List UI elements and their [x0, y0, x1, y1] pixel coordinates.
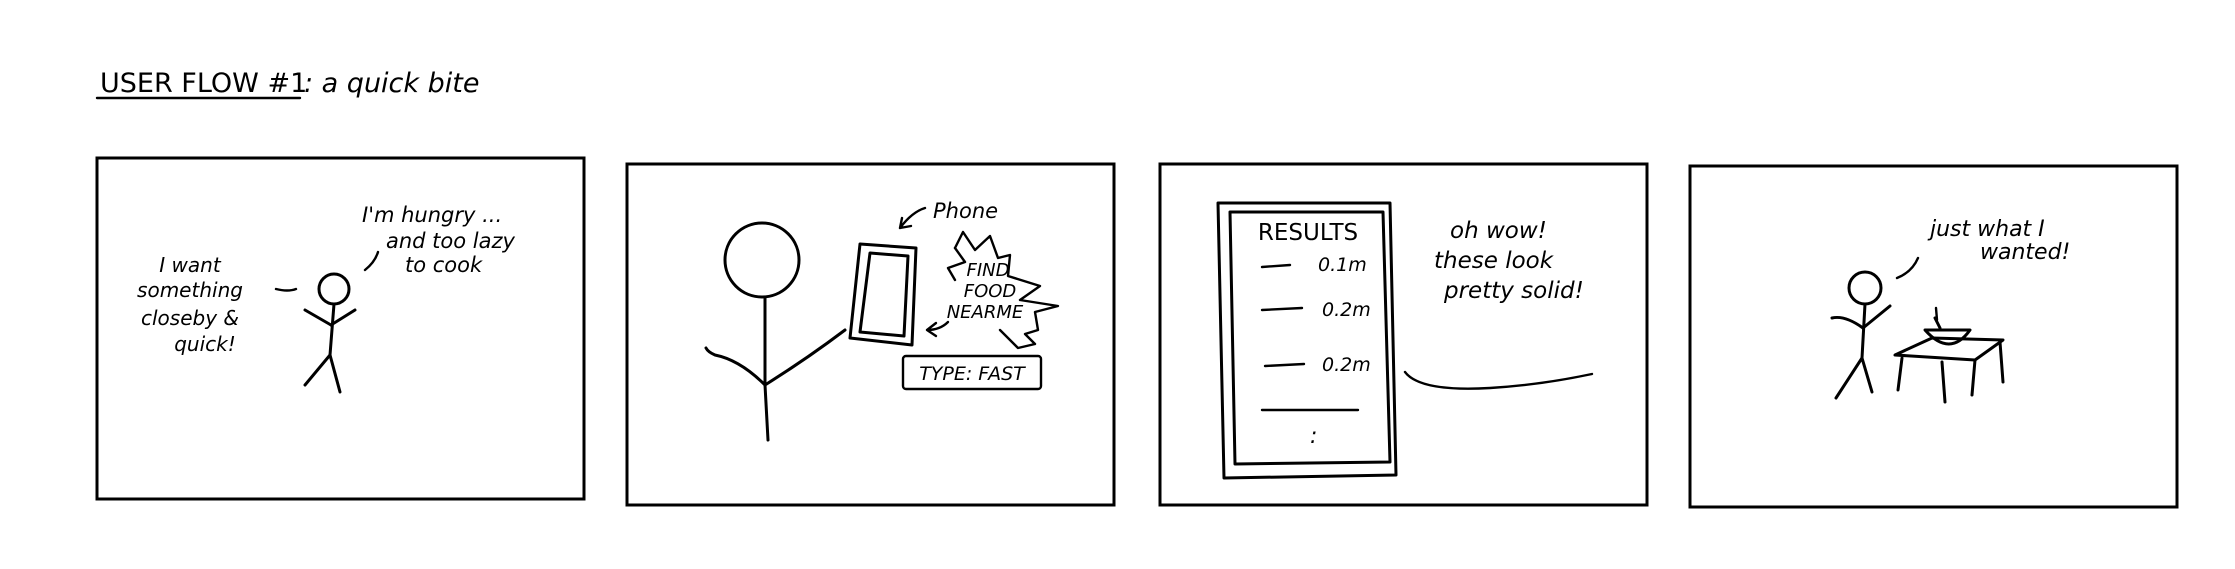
svg-text:FIND: FIND: [967, 260, 1010, 281]
panel-2-frame: [625, 162, 1116, 507]
svg-text:closeby &: closeby &: [141, 306, 239, 330]
panel-2: Phone FIND FOOD NEARME TYPE: FAST: [625, 162, 1116, 507]
type-tag-label: TYPE: FAST: [919, 363, 1026, 385]
svg-text:these look: these look: [1434, 248, 1555, 274]
panel-1: I'm hungry ... and too lazy to cook I wa…: [95, 156, 586, 501]
svg-text:I'm hungry ...: I'm hungry ...: [362, 203, 502, 227]
svg-text:quick!: quick!: [174, 332, 236, 356]
page-title: USER FLOW #1 : a quick bite: [95, 68, 479, 100]
storyboard: USER FLOW #1 : a quick bite I'm hungry .…: [95, 68, 2179, 509]
svg-text:to cook: to cook: [405, 253, 483, 277]
panel-3: RESULTS 0.1m 0.2m 0.2m : oh wow! these l…: [1158, 162, 1649, 507]
result-distance: 0.1m: [1318, 254, 1367, 276]
svg-text:pretty solid!: pretty solid!: [1443, 278, 1584, 304]
results-title: RESULTS: [1258, 220, 1358, 246]
results-more: :: [1310, 424, 1317, 449]
panel-4: just what I wanted!: [1688, 164, 2179, 509]
result-distance: 0.2m: [1322, 299, 1371, 321]
title-rest: : a quick bite: [304, 68, 479, 99]
svg-text:I want: I want: [159, 253, 222, 277]
svg-text:NEARME: NEARME: [947, 302, 1024, 323]
svg-text:wanted!: wanted!: [1980, 240, 2070, 265]
svg-text:and too lazy: and too lazy: [386, 229, 516, 253]
svg-text:just what I: just what I: [1927, 217, 2045, 242]
svg-text:FOOD: FOOD: [964, 281, 1017, 302]
svg-text:oh wow!: oh wow!: [1450, 218, 1547, 244]
svg-text:something: something: [137, 278, 243, 302]
title-underlined: USER FLOW #1: [100, 68, 307, 99]
result-distance: 0.2m: [1322, 354, 1371, 376]
phone-label: Phone: [933, 199, 998, 223]
